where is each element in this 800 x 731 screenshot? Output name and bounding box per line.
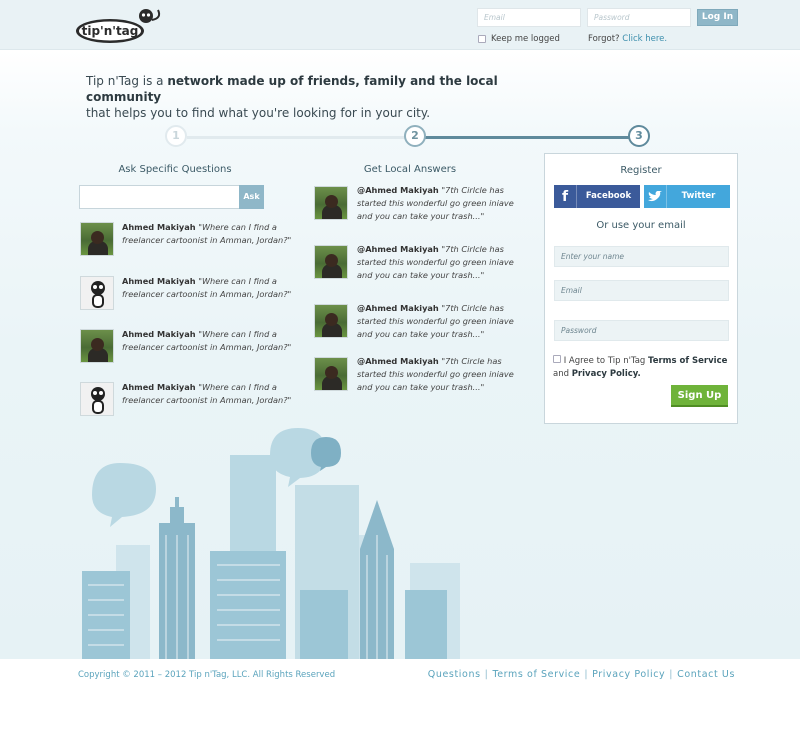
password-field[interactable]: Password bbox=[554, 320, 729, 341]
answer-post: @Ahmed Makiyah "7th Cirlcle has started … bbox=[357, 302, 522, 341]
question-post: Ahmed Makiyah "Where can I find a freela… bbox=[122, 328, 312, 354]
avatar[interactable] bbox=[80, 276, 114, 310]
top-bar: tip'n'tag Email Password Log In Keep me … bbox=[0, 0, 800, 50]
answer-post: @Ahmed Makiyah "7th Cirlcle has started … bbox=[357, 243, 522, 282]
email-field[interactable]: Email bbox=[554, 280, 729, 301]
post-author[interactable]: @Ahmed Makiyah bbox=[357, 185, 439, 195]
logo-text: tip'n'tag bbox=[82, 24, 139, 38]
lemur-icon bbox=[91, 281, 105, 308]
footer-link-terms[interactable]: Terms of Service bbox=[492, 669, 580, 680]
avatar[interactable] bbox=[314, 357, 348, 391]
post-author[interactable]: @Ahmed Makiyah bbox=[357, 303, 439, 313]
answer-post: @Ahmed Makiyah "7th Cirlcle has started … bbox=[357, 184, 522, 223]
footer-links: Questions | Terms of Service | Privacy Polic… bbox=[428, 669, 735, 680]
intro-text: Tip n'Tag is a network made up of friend… bbox=[86, 73, 556, 121]
question-post: Ahmed Makiyah "Where can I find a freela… bbox=[122, 275, 312, 301]
ask-column-title: Ask Specific Questions bbox=[118, 164, 232, 175]
question-post: Ahmed Makiyah "Where can I find a freela… bbox=[122, 221, 312, 247]
post-author[interactable]: Ahmed Makiyah bbox=[122, 382, 196, 392]
login-email-input[interactable]: Email bbox=[477, 8, 581, 27]
avatar[interactable] bbox=[314, 304, 348, 338]
step-2: 2 bbox=[404, 125, 426, 147]
forgot-password: Forgot? Click here. bbox=[588, 34, 667, 44]
lemur-icon bbox=[91, 387, 105, 414]
step-1: 1 bbox=[165, 125, 187, 147]
terms-link[interactable]: Terms of Service bbox=[648, 356, 727, 366]
footer-link-privacy[interactable]: Privacy Policy bbox=[592, 669, 665, 680]
footer-link-questions[interactable]: Questions bbox=[428, 669, 481, 680]
keep-logged: Keep me logged bbox=[478, 34, 560, 44]
privacy-link[interactable]: Privacy Policy. bbox=[572, 369, 641, 379]
avatar[interactable] bbox=[80, 329, 114, 363]
facebook-button[interactable]: f Facebook bbox=[554, 185, 640, 208]
footer-separator: | bbox=[584, 669, 589, 680]
forgot-prefix: Forgot? bbox=[588, 34, 620, 44]
post-author[interactable]: @Ahmed Makiyah bbox=[357, 244, 439, 254]
sign-up-button[interactable]: Sign Up bbox=[671, 385, 728, 407]
name-field[interactable]: Enter your name bbox=[554, 246, 729, 267]
step-3: 3 bbox=[628, 125, 650, 147]
register-panel: Register f Facebook Twitter Or use your … bbox=[544, 153, 738, 424]
or-use-email: Or use your email bbox=[596, 220, 686, 231]
post-author[interactable]: @Ahmed Makiyah bbox=[357, 356, 439, 366]
ask-button[interactable]: Ask bbox=[239, 185, 264, 209]
answer-post: @Ahmed Makiyah "7th Circle has started t… bbox=[357, 355, 522, 394]
keep-logged-checkbox[interactable] bbox=[478, 35, 486, 43]
step-line-2 bbox=[425, 136, 630, 139]
avatar[interactable] bbox=[314, 186, 348, 220]
twitter-label: Twitter bbox=[681, 191, 716, 201]
agree-prefix: I Agree to Tip n'Tag bbox=[563, 356, 649, 366]
copyright: Copyright © 2011 – 2012 Tip n'Tag, LLC. … bbox=[78, 670, 336, 680]
twitter-bird-icon bbox=[644, 185, 667, 208]
question-post: Ahmed Makiyah "Where can I find a freela… bbox=[122, 381, 312, 407]
post-author[interactable]: Ahmed Makiyah bbox=[122, 329, 196, 339]
post-author[interactable]: Ahmed Makiyah bbox=[122, 276, 196, 286]
facebook-label: Facebook bbox=[585, 191, 632, 201]
login-password-input[interactable]: Password bbox=[587, 8, 691, 27]
footer-separator: | bbox=[484, 669, 489, 680]
avatar[interactable] bbox=[80, 222, 114, 256]
step-line-1 bbox=[187, 136, 405, 139]
footer: Copyright © 2011 – 2012 Tip n'Tag, LLC. … bbox=[0, 659, 800, 731]
twitter-button[interactable]: Twitter bbox=[644, 185, 730, 208]
intro-text-b: that helps you to find what you're looki… bbox=[86, 106, 431, 120]
keep-logged-label: Keep me logged bbox=[491, 34, 560, 44]
login-button[interactable]: Log In bbox=[697, 9, 738, 26]
footer-link-contact[interactable]: Contact Us bbox=[677, 669, 735, 680]
answers-column-title: Get Local Answers bbox=[363, 164, 457, 175]
intro-text-a: Tip n'Tag is a bbox=[86, 74, 168, 88]
agree-and: and bbox=[553, 369, 572, 379]
facebook-icon: f bbox=[554, 185, 577, 208]
footer-separator: | bbox=[669, 669, 674, 680]
register-title: Register bbox=[620, 165, 662, 176]
ask-question-input[interactable] bbox=[79, 185, 240, 209]
avatar[interactable] bbox=[80, 382, 114, 416]
agree-checkbox[interactable] bbox=[553, 355, 561, 363]
post-author[interactable]: Ahmed Makiyah bbox=[122, 222, 196, 232]
avatar[interactable] bbox=[314, 245, 348, 279]
city-skyline-illustration bbox=[82, 428, 460, 659]
forgot-link[interactable]: Click here. bbox=[622, 34, 667, 44]
agree-terms: I Agree to Tip n'Tag Terms of Service an… bbox=[553, 355, 733, 381]
tipntag-logo[interactable]: tip'n'tag bbox=[74, 4, 164, 46]
